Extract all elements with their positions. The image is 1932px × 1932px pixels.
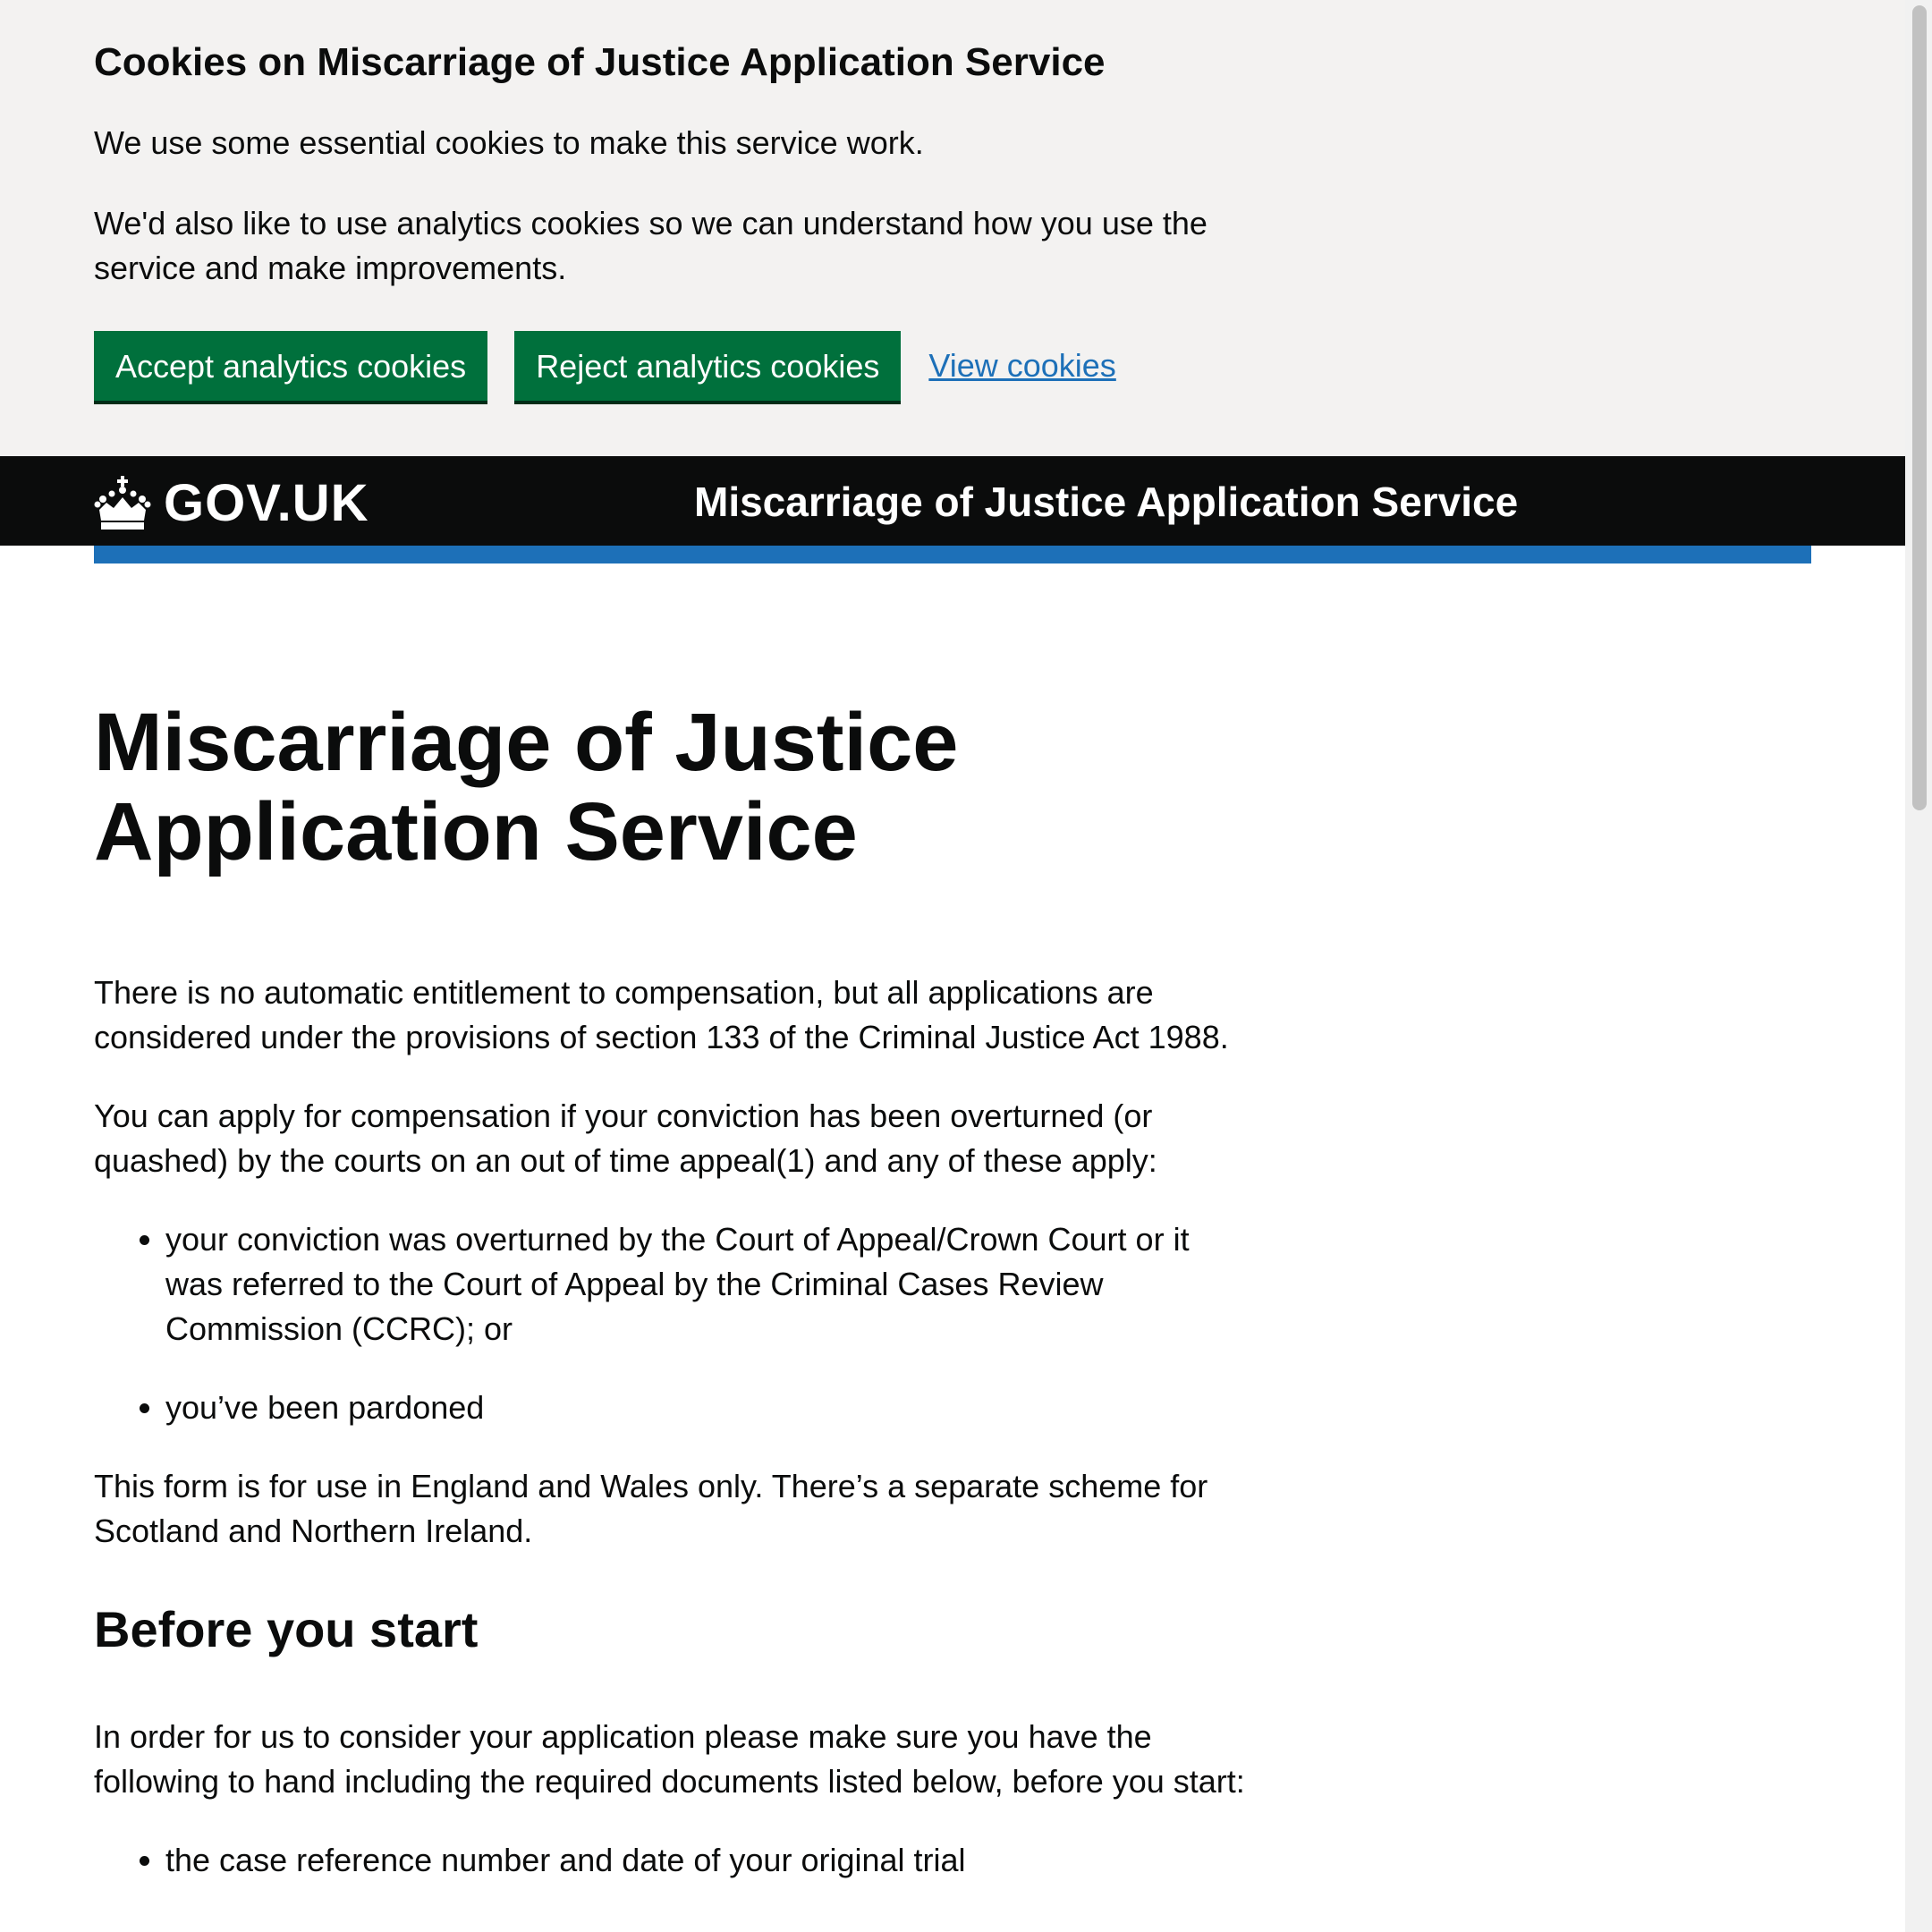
- scrollbar-thumb[interactable]: [1912, 5, 1927, 810]
- documents-list: the case reference number and date of yo…: [94, 1838, 1346, 1883]
- list-item: your conviction was overturned by the Co…: [165, 1217, 1248, 1352]
- main-content: Miscarriage of Justice Application Servi…: [0, 698, 1440, 1883]
- vertical-scrollbar[interactable]: [1905, 0, 1932, 1932]
- service-name-link[interactable]: Miscarriage of Justice Application Servi…: [694, 479, 1518, 524]
- cookie-banner-text: We'd also like to use analytics cookies …: [94, 205, 1208, 286]
- page-title: Miscarriage of Justice Application Servi…: [94, 697, 959, 877]
- cookie-banner-title: Cookies on Miscarriage of Justice Applic…: [94, 40, 1106, 84]
- accept-analytics-cookies-button[interactable]: Accept analytics cookies: [94, 331, 488, 401]
- intro-paragraph: There is no automatic entitlement to com…: [94, 974, 1229, 1055]
- eligibility-list: your conviction was overturned by the Co…: [94, 1217, 1248, 1430]
- page: Cookies on Miscarriage of Justice Applic…: [0, 0, 1905, 1932]
- header-blue-bar: [94, 546, 1811, 564]
- view-cookies-link[interactable]: View cookies: [928, 347, 1115, 385]
- before-you-start-heading: Before you start: [94, 1601, 479, 1657]
- govuk-logo-text: GOV.UK: [164, 474, 369, 532]
- scope-paragraph: This form is for use in England and Wale…: [94, 1468, 1208, 1549]
- cookie-banner-actions: Accept analytics cookies Reject analytic…: [94, 331, 1811, 401]
- reject-analytics-cookies-button[interactable]: Reject analytics cookies: [514, 331, 902, 401]
- list-item: the case reference number and date of yo…: [165, 1838, 1346, 1883]
- site-header: GOV.UK Miscarriage of Justice Applicatio…: [0, 456, 1905, 546]
- crown-icon: [94, 476, 151, 530]
- list-item: you’ve been pardoned: [165, 1385, 1248, 1430]
- govuk-logo-link[interactable]: GOV.UK: [94, 476, 369, 531]
- cookie-banner-text: We use some essential cookies to make th…: [94, 124, 924, 161]
- before-you-start-paragraph: In order for us to consider your applica…: [94, 1718, 1245, 1800]
- eligibility-paragraph: You can apply for compensation if your c…: [94, 1097, 1157, 1179]
- cookie-banner: Cookies on Miscarriage of Justice Applic…: [0, 0, 1905, 456]
